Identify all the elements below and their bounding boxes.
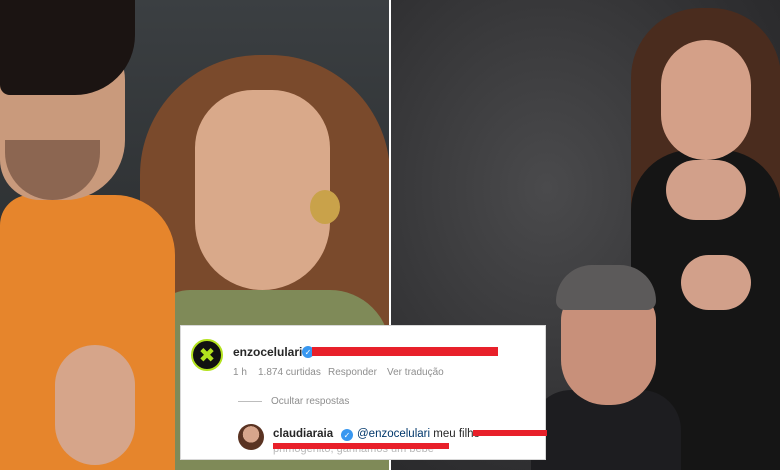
- man-hair: [556, 265, 656, 310]
- divider: [238, 401, 262, 402]
- avatar[interactable]: [238, 424, 264, 450]
- hide-replies-button[interactable]: Ocultar respostas: [271, 396, 349, 407]
- redaction-bar: [273, 443, 449, 449]
- hand: [55, 345, 135, 465]
- avatar-x-logo-icon: ✖: [198, 343, 216, 367]
- instagram-comment-card: ✖ enzocelulari ✓ 1 h 1.874 curtidas Resp…: [180, 325, 547, 460]
- verified-badge-icon: ✓: [341, 429, 353, 441]
- reply-text: @enzocelulari meu filho: [357, 428, 480, 440]
- see-translation-button[interactable]: Ver tradução: [387, 367, 444, 378]
- woman-chest: [666, 160, 746, 220]
- reply-username[interactable]: claudiaraia: [273, 428, 333, 440]
- reply-button[interactable]: Responder: [328, 367, 377, 378]
- comment-username[interactable]: enzocelulari: [233, 345, 302, 359]
- avatar[interactable]: ✖: [191, 339, 223, 371]
- comment-time: 1 h: [233, 367, 247, 378]
- redaction-bar: [312, 347, 498, 356]
- woman-face: [195, 90, 330, 290]
- earring: [310, 190, 340, 224]
- reply-mention[interactable]: @enzocelulari: [357, 428, 430, 440]
- woman-face: [661, 40, 751, 160]
- comment-likes[interactable]: 1.874 curtidas: [258, 367, 321, 378]
- woman-belly: [681, 255, 751, 310]
- redaction-bar: [473, 430, 547, 436]
